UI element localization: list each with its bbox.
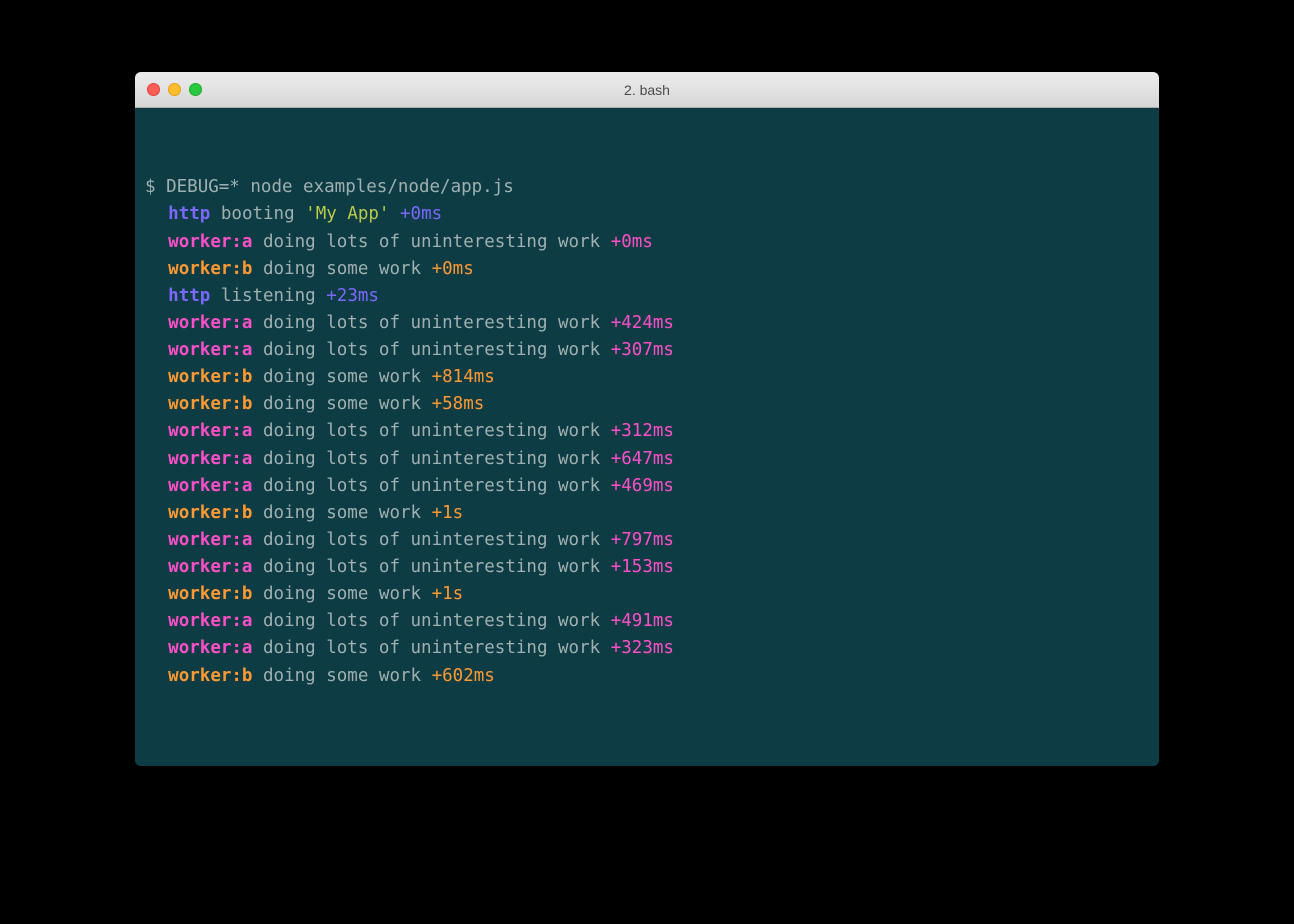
log-quoted-string: 'My App' bbox=[305, 204, 389, 224]
log-time-delta: +312ms bbox=[611, 421, 674, 441]
log-time-delta: +307ms bbox=[611, 340, 674, 360]
log-message: doing some work bbox=[263, 394, 421, 414]
log-namespace: worker:a bbox=[168, 476, 252, 496]
log-message: doing lots of uninteresting work bbox=[263, 476, 600, 496]
log-line: worker:a doing lots of uninteresting wor… bbox=[145, 473, 1149, 500]
log-time-delta: +647ms bbox=[611, 449, 674, 469]
log-namespace: worker:b bbox=[168, 503, 252, 523]
prompt-line: $ DEBUG=* node examples/node/app.js bbox=[145, 174, 1149, 201]
log-namespace: worker:b bbox=[168, 367, 252, 387]
log-message: booting bbox=[221, 204, 305, 224]
log-namespace: worker:a bbox=[168, 232, 252, 252]
log-line: worker:a doing lots of uninteresting wor… bbox=[145, 554, 1149, 581]
log-message: doing some work bbox=[263, 584, 421, 604]
log-line: worker:b doing some work +58ms bbox=[145, 391, 1149, 418]
window-traffic-lights bbox=[135, 83, 202, 96]
prompt-symbol: $ bbox=[145, 177, 156, 197]
log-line: worker:a doing lots of uninteresting wor… bbox=[145, 337, 1149, 364]
log-time-delta: +23ms bbox=[326, 286, 379, 306]
log-time-delta: +602ms bbox=[432, 666, 495, 686]
log-line: http listening +23ms bbox=[145, 283, 1149, 310]
log-namespace: worker:a bbox=[168, 611, 252, 631]
log-line: worker:a doing lots of uninteresting wor… bbox=[145, 527, 1149, 554]
log-line: worker:b doing some work +1s bbox=[145, 581, 1149, 608]
log-namespace: worker:a bbox=[168, 313, 252, 333]
log-time-delta: +491ms bbox=[611, 611, 674, 631]
command-text: DEBUG=* node examples/node/app.js bbox=[166, 177, 514, 197]
terminal-viewport[interactable]: $ DEBUG=* node examples/node/app.jshttp … bbox=[135, 108, 1159, 766]
log-message: doing some work bbox=[263, 259, 421, 279]
log-line: worker:a doing lots of uninteresting wor… bbox=[145, 229, 1149, 256]
log-line: worker:b doing some work +602ms bbox=[145, 663, 1149, 690]
log-message: doing lots of uninteresting work bbox=[263, 638, 600, 658]
log-time-delta: +323ms bbox=[611, 638, 674, 658]
log-message: doing lots of uninteresting work bbox=[263, 611, 600, 631]
log-line: worker:a doing lots of uninteresting wor… bbox=[145, 310, 1149, 337]
log-message: doing lots of uninteresting work bbox=[263, 530, 600, 550]
log-message: doing some work bbox=[263, 367, 421, 387]
log-message: doing lots of uninteresting work bbox=[263, 313, 600, 333]
log-namespace: worker:a bbox=[168, 449, 252, 469]
log-message: doing lots of uninteresting work bbox=[263, 232, 600, 252]
log-line: worker:b doing some work +1s bbox=[145, 500, 1149, 527]
log-time-delta: +0ms bbox=[400, 204, 442, 224]
log-time-delta: +424ms bbox=[611, 313, 674, 333]
log-namespace: worker:a bbox=[168, 557, 252, 577]
log-line: worker:a doing lots of uninteresting wor… bbox=[145, 446, 1149, 473]
log-namespace: worker:a bbox=[168, 638, 252, 658]
log-line: worker:b doing some work +0ms bbox=[145, 256, 1149, 283]
log-namespace: worker:a bbox=[168, 421, 252, 441]
terminal-window: 2. bash $ DEBUG=* node examples/node/app… bbox=[135, 72, 1159, 766]
log-namespace: worker:b bbox=[168, 259, 252, 279]
log-message: doing lots of uninteresting work bbox=[263, 449, 600, 469]
log-output: http booting 'My App' +0msworker:a doing… bbox=[145, 201, 1149, 689]
log-time-delta: +0ms bbox=[611, 232, 653, 252]
log-namespace: worker:a bbox=[168, 530, 252, 550]
log-time-delta: +1s bbox=[432, 503, 464, 523]
log-message: doing some work bbox=[263, 503, 421, 523]
log-line: http booting 'My App' +0ms bbox=[145, 201, 1149, 228]
maximize-icon[interactable] bbox=[189, 83, 202, 96]
log-message: doing lots of uninteresting work bbox=[263, 557, 600, 577]
window-titlebar: 2. bash bbox=[135, 72, 1159, 108]
log-message: doing lots of uninteresting work bbox=[263, 340, 600, 360]
log-time-delta: +814ms bbox=[432, 367, 495, 387]
log-time-delta: +58ms bbox=[432, 394, 485, 414]
log-line: worker:a doing lots of uninteresting wor… bbox=[145, 608, 1149, 635]
log-time-delta: +1s bbox=[432, 584, 464, 604]
log-time-delta: +797ms bbox=[611, 530, 674, 550]
minimize-icon[interactable] bbox=[168, 83, 181, 96]
log-message: listening bbox=[221, 286, 316, 306]
log-namespace: worker:b bbox=[168, 584, 252, 604]
log-time-delta: +469ms bbox=[611, 476, 674, 496]
log-message: doing some work bbox=[263, 666, 421, 686]
log-namespace: http bbox=[168, 286, 210, 306]
log-namespace: worker:a bbox=[168, 340, 252, 360]
log-namespace: worker:b bbox=[168, 666, 252, 686]
log-namespace: http bbox=[168, 204, 210, 224]
log-time-delta: +0ms bbox=[432, 259, 474, 279]
log-message: doing lots of uninteresting work bbox=[263, 421, 600, 441]
window-title: 2. bash bbox=[135, 82, 1159, 98]
log-line: worker:a doing lots of uninteresting wor… bbox=[145, 635, 1149, 662]
log-time-delta: +153ms bbox=[611, 557, 674, 577]
log-line: worker:b doing some work +814ms bbox=[145, 364, 1149, 391]
log-namespace: worker:b bbox=[168, 394, 252, 414]
close-icon[interactable] bbox=[147, 83, 160, 96]
log-line: worker:a doing lots of uninteresting wor… bbox=[145, 418, 1149, 445]
